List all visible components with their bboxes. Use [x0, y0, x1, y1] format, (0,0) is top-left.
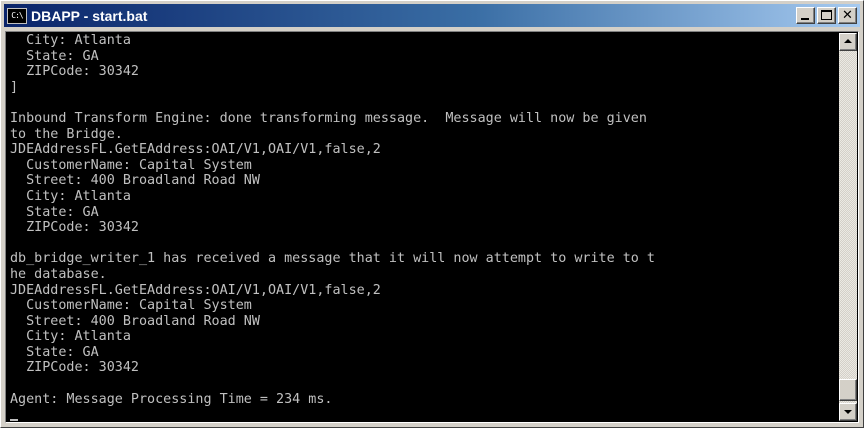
- maximize-button[interactable]: [817, 7, 836, 24]
- console-line: JDEAddressFL.GetEAddress:OAI/V1,OAI/V1,f…: [10, 142, 381, 158]
- console-line: he database.: [10, 266, 107, 282]
- scroll-up-button[interactable]: [839, 33, 857, 51]
- console-output[interactable]: City: Atlanta State: GA ZIPCode: 30342] I…: [7, 33, 837, 421]
- minimize-button[interactable]: [796, 7, 815, 24]
- minimize-icon: [801, 18, 809, 20]
- console-line: ZIPCode: 30342: [10, 220, 139, 236]
- console-line: City: Atlanta: [10, 329, 131, 345]
- console-line: State: GA: [10, 48, 99, 64]
- maximize-icon: [821, 10, 832, 20]
- console-line: Street: 400 Broadland Road NW: [10, 173, 260, 189]
- vertical-scrollbar[interactable]: [839, 33, 857, 421]
- console-line: db_bridge_writer_1 has received a messag…: [10, 251, 655, 267]
- console-line: ZIPCode: 30342: [10, 64, 139, 80]
- console-line: Agent: Message Processing Time = 234 ms.: [10, 391, 333, 407]
- cmd-console-icon[interactable]: C:\: [7, 7, 27, 24]
- close-icon: ✕: [842, 8, 853, 23]
- console-line: Street: 400 Broadland Road NW: [10, 313, 260, 329]
- console-line: ]: [10, 79, 19, 95]
- console-line: JDEAddressFL.GetEAddress:OAI/V1,OAI/V1,f…: [10, 282, 381, 298]
- title-bar[interactable]: C:\ DBAPP - start.bat ✕: [4, 4, 860, 27]
- console-line: ZIPCode: 30342: [10, 360, 139, 376]
- console-line: to the Bridge.: [10, 126, 123, 142]
- console-line: State: GA: [10, 344, 99, 360]
- text-cursor: [10, 418, 18, 421]
- scroll-down-button[interactable]: [839, 403, 857, 421]
- console-line: CustomerName: Capital System: [10, 298, 252, 314]
- close-button[interactable]: ✕: [838, 7, 857, 24]
- console-client-area: City: Atlanta State: GA ZIPCode: 30342] I…: [5, 31, 859, 423]
- console-line: State: GA: [10, 204, 99, 220]
- console-cursor-line: [10, 407, 837, 421]
- console-window: C:\ DBAPP - start.bat ✕ City: Atlanta St…: [0, 0, 864, 428]
- console-line: City: Atlanta: [10, 33, 131, 48]
- console-line: Inbound Transform Engine: done transform…: [10, 110, 647, 126]
- title-buttons: ✕: [796, 7, 857, 24]
- window-title: DBAPP - start.bat: [31, 7, 148, 24]
- scrollbar-thumb[interactable]: [839, 379, 857, 401]
- arrow-down-icon: [844, 410, 852, 414]
- arrow-up-icon: [844, 39, 852, 43]
- console-line: CustomerName: Capital System: [10, 157, 252, 173]
- console-line: City: Atlanta: [10, 188, 131, 204]
